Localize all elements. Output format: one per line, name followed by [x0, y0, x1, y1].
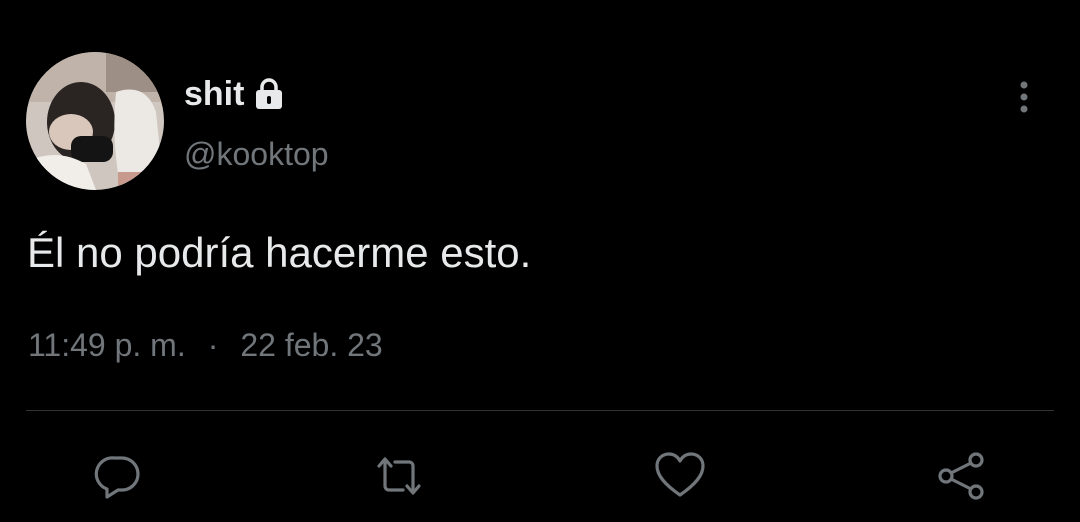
divider — [26, 410, 1054, 411]
avatar[interactable] — [26, 52, 164, 190]
tweet-meta: 11:49 p. m. · 22 feb. 23 — [28, 323, 383, 367]
more-vertical-icon[interactable] — [1008, 78, 1040, 118]
share-button[interactable] — [934, 448, 990, 504]
heart-icon — [655, 452, 705, 497]
meta-separator: · — [207, 327, 219, 363]
display-name[interactable]: shit — [184, 72, 286, 116]
share-icon — [938, 452, 984, 500]
reply-icon — [94, 456, 140, 499]
user-handle[interactable]: @kooktop — [184, 133, 329, 175]
tweet-text: Él no podría hacerme esto. — [27, 229, 532, 276]
retweet-icon — [377, 457, 421, 495]
tweet-time[interactable]: 11:49 p. m. — [28, 323, 186, 367]
lock-icon — [252, 77, 286, 111]
retweet-button[interactable] — [371, 448, 427, 504]
tweet-date[interactable]: 22 feb. 23 — [240, 323, 382, 367]
like-button[interactable] — [652, 448, 708, 504]
reply-button[interactable] — [90, 448, 146, 504]
display-name-text: shit — [184, 75, 245, 113]
